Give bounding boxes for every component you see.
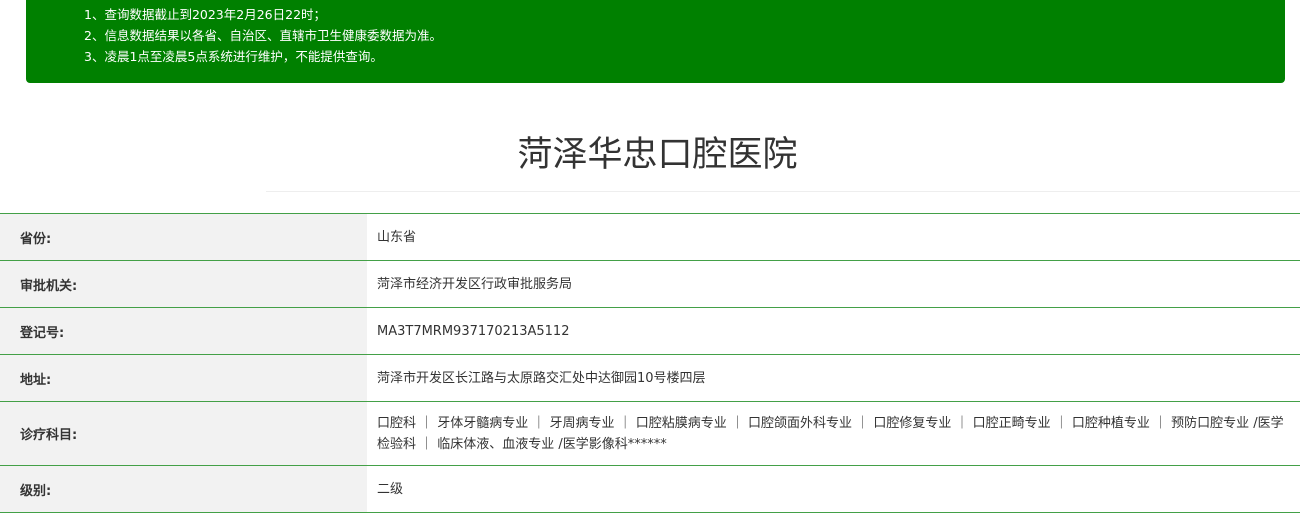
table-row-departments: 诊疗科目: 口腔科 ｜ 牙体牙髓病专业 ｜ 牙周病专业 ｜ 口腔粘膜病专业 ｜ … <box>0 401 1300 466</box>
field-value-departments: 口腔科 ｜ 牙体牙髓病专业 ｜ 牙周病专业 ｜ 口腔粘膜病专业 ｜ 口腔颌面外科… <box>367 401 1300 466</box>
table-row-registration: 登记号: MA3T7MRM937170213A5112 <box>0 307 1300 355</box>
field-value-level: 二级 <box>367 465 1300 513</box>
field-value-authority: 菏泽市经济开发区行政审批服务局 <box>367 260 1300 308</box>
field-value-province: 山东省 <box>367 213 1300 261</box>
field-label-authority: 审批机关: <box>0 260 367 308</box>
table-row-address: 地址: 菏泽市开发区长江路与太原路交汇处中达御园10号楼四层 <box>0 354 1300 402</box>
field-label-departments: 诊疗科目: <box>0 401 367 466</box>
field-label-province: 省份: <box>0 213 367 261</box>
notice-line-2: 2、信息数据结果以各省、自治区、直辖市卫生健康委数据为准。 <box>84 28 442 43</box>
field-label-address: 地址: <box>0 354 367 402</box>
hospital-info-table: 省份: 山东省 审批机关: 菏泽市经济开发区行政审批服务局 登记号: MA3T7… <box>0 213 1300 513</box>
field-label-level: 级别: <box>0 465 367 513</box>
title-divider <box>266 191 1300 192</box>
table-row-province: 省份: 山东省 <box>0 213 1300 261</box>
field-value-registration: MA3T7MRM937170213A5112 <box>367 307 1300 355</box>
hospital-name-title: 菏泽华忠口腔医院 <box>517 135 798 175</box>
table-row-authority: 审批机关: 菏泽市经济开发区行政审批服务局 <box>0 260 1300 308</box>
notice-line-3: 3、凌晨1点至凌晨5点系统进行维护，不能提供查询。 <box>84 49 383 64</box>
field-value-address: 菏泽市开发区长江路与太原路交汇处中达御园10号楼四层 <box>367 354 1300 402</box>
notice-line-1: 1、查询数据截止到2023年2月26日22时； <box>84 7 327 22</box>
table-row-level: 级别: 二级 <box>0 465 1300 513</box>
notice-banner: 1、查询数据截止到2023年2月26日22时； 2、信息数据结果以各省、自治区、… <box>26 0 1285 83</box>
field-label-registration: 登记号: <box>0 307 367 355</box>
